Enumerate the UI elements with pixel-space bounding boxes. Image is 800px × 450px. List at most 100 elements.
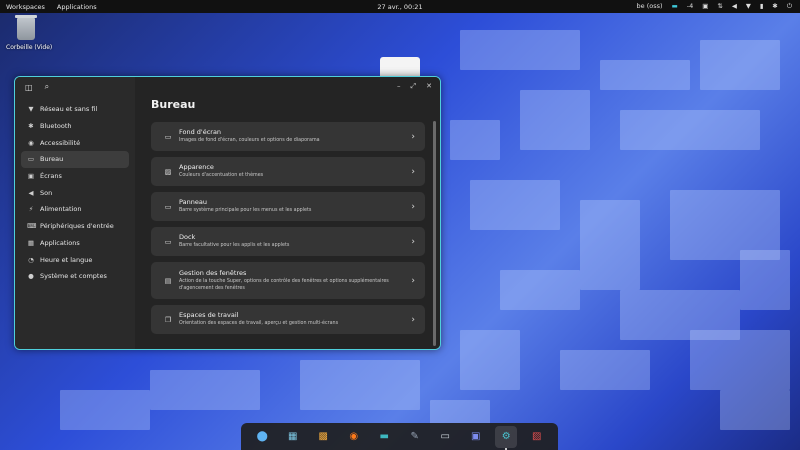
wallpaper-building <box>580 200 640 290</box>
chevron-right-icon: › <box>411 131 415 142</box>
launcher-icon[interactable]: ⬤ <box>251 426 273 448</box>
display-icon: ▣ <box>27 172 35 181</box>
desktop-icon: ▭ <box>27 155 35 164</box>
card-description: Orientation des espaces de travail, aper… <box>179 321 339 327</box>
wallpaper-building <box>460 330 520 390</box>
terminal-icon[interactable]: ▭ <box>434 426 456 448</box>
sidebar-item-input-devices[interactable]: ⌨ Périphériques d'entrée <box>21 218 129 235</box>
applications-button[interactable]: Applications <box>57 3 97 11</box>
maximize-button[interactable]: ⤢ <box>411 82 417 91</box>
sidebar-item-clock[interactable]: ◔ Heure et langue <box>21 251 129 268</box>
network-icon[interactable]: ⇅ <box>717 3 722 10</box>
trash-label: Corbeille (Vide) <box>6 44 53 51</box>
trash-desktop-icon[interactable]: Corbeille (Vide) <box>6 15 53 51</box>
card-title: Espaces de travail <box>179 311 239 320</box>
wifi-icon[interactable]: ▼ <box>746 3 751 10</box>
settings-card-workspaces[interactable]: ❐ Espaces de travail Orientation des espac… <box>151 305 425 334</box>
sidebar-list: ▼ Réseau et sans fil ✱ Bluetooth ◉ Accessibil… <box>15 97 135 289</box>
volume-icon[interactable]: ◀ <box>732 3 737 10</box>
wallpaper-building <box>720 390 790 430</box>
sidebar-item-wifi[interactable]: ▼ Réseau et sans fil <box>21 101 129 118</box>
keyboard-layout-indicator[interactable]: be (oss) <box>637 3 663 10</box>
sidebar-toggle-icon[interactable]: ◫ <box>25 83 33 92</box>
sidebar-item-desktop[interactable]: ▭ Bureau <box>21 151 129 168</box>
sidebar-item-label: Périphériques d'entrée <box>40 222 114 231</box>
tray-value[interactable]: -4 <box>687 3 693 10</box>
settings-card-wallpaper[interactable]: ▭ Fond d'écran Images de fond d'écran, cou… <box>151 122 425 151</box>
wallpaper-building <box>520 90 590 150</box>
bluetooth-icon[interactable]: ✱ <box>772 3 777 10</box>
settings-card-appearance[interactable]: ▨ Apparence Couleurs d'accentuation et thè… <box>151 157 425 186</box>
wallpaper-building <box>460 30 580 70</box>
sidebar-item-label: Applications <box>40 238 80 247</box>
wallpaper-building <box>450 120 500 160</box>
workspaces-button[interactable]: Workspaces <box>6 3 45 11</box>
app-library-icon[interactable]: ▩ <box>312 426 334 448</box>
wallpaper-building <box>740 250 790 310</box>
notifications-icon[interactable]: ▣ <box>702 3 708 10</box>
sidebar-item-sound[interactable]: ◀ Son <box>21 184 129 201</box>
window-management-icon: ▤ <box>164 276 172 285</box>
appearance-icon: ▨ <box>164 167 172 176</box>
panel-icon: ▭ <box>164 202 172 211</box>
settings-icon[interactable]: ⚙ <box>495 425 518 450</box>
wallpaper-building <box>690 330 790 390</box>
sidebar-item-label: Alimentation <box>40 205 82 214</box>
workspaces-app-icon[interactable]: ▦ <box>282 426 304 448</box>
trash-icon <box>15 15 37 40</box>
settings-card-panel[interactable]: ▭ Panneau Barre système principale pour le… <box>151 192 425 221</box>
sidebar-item-users[interactable]: ● Système et comptes <box>21 268 129 285</box>
sidebar-item-display[interactable]: ▣ Écrans <box>21 168 129 185</box>
window-controls: – ⤢ ✕ <box>397 82 432 91</box>
card-description: Images de fond d'écran, couleurs et opti… <box>179 138 320 144</box>
settings-cards: ▭ Fond d'écran Images de fond d'écran, cou… <box>151 122 425 340</box>
wifi-icon: ▼ <box>28 105 34 114</box>
card-text: Dock Barre facultative pour les applis et… <box>179 233 405 250</box>
sidebar-item-applications[interactable]: ▦ Applications <box>21 235 129 252</box>
sidebar-item-label: Réseau et sans fil <box>40 105 98 114</box>
settings-card-window-management[interactable]: ▤ Gestion des fenêtres Action de la touche… <box>151 262 425 299</box>
firefox-icon[interactable]: ◉ <box>343 426 365 448</box>
dock: ⬤ ▦ ▩ ◉ ▬ ✎ ▭ ▣ ⚙ ▨ <box>241 423 558 450</box>
card-title: Apparence <box>179 163 214 172</box>
screenshot-icon[interactable]: ▨ <box>526 426 548 448</box>
top-bar: Workspaces Applications 27 avr., 00:21 b… <box>0 0 800 13</box>
settings-sidebar: ◫ ⌕ ▼ Réseau et sans fil ✱ Bluetooth ◉ Access… <box>15 77 135 349</box>
settings-main: – ⤢ ✕ Bureau ▭ Fond d'écran Images de fond… <box>135 77 440 349</box>
sidebar-item-power[interactable]: ⚡ Alimentation <box>21 201 129 218</box>
users-icon: ● <box>28 272 34 281</box>
minimize-button[interactable]: – <box>397 82 401 91</box>
sidebar-item-accessibility[interactable]: ◉ Accessibilité <box>21 134 129 151</box>
card-title: Panneau <box>179 198 207 207</box>
search-icon[interactable]: ⌕ <box>45 82 49 92</box>
chevron-right-icon: › <box>411 201 415 212</box>
screen-record-icon[interactable]: ▬ <box>672 3 678 10</box>
chevron-right-icon: › <box>411 314 415 325</box>
card-text: Espaces de travail Orientation des espace… <box>179 311 405 328</box>
applications-icon: ▦ <box>27 238 35 247</box>
settings-card-dock[interactable]: ▭ Dock Barre facultative pour les applis e… <box>151 227 425 256</box>
dock-icon: ▭ <box>164 237 172 246</box>
card-description: Barre facultative pour les applis et les… <box>179 243 290 249</box>
wallpaper-building <box>600 60 690 90</box>
text-editor-icon[interactable]: ✎ <box>404 426 426 448</box>
wallpaper-building <box>300 360 420 410</box>
scrollbar[interactable] <box>433 121 436 346</box>
card-text: Fond d'écran Images de fond d'écran, coul… <box>179 128 405 145</box>
card-title: Gestion des fenêtres <box>179 268 247 277</box>
store-icon[interactable]: ▣ <box>465 426 487 448</box>
wallpaper-building <box>470 180 560 230</box>
files-icon[interactable]: ▬ <box>373 426 395 448</box>
close-button[interactable]: ✕ <box>426 82 432 91</box>
power-icon[interactable]: ⏻ <box>787 3 792 10</box>
chevron-right-icon: › <box>411 275 415 286</box>
wallpaper-building <box>60 390 150 430</box>
bluetooth-icon: ✱ <box>28 122 34 131</box>
wallpaper-building <box>620 110 760 150</box>
sidebar-item-bluetooth[interactable]: ✱ Bluetooth <box>21 118 129 135</box>
card-text: Apparence Couleurs d'accentuation et thèm… <box>179 163 405 180</box>
power-icon: ⚡ <box>28 205 34 214</box>
sidebar-item-label: Heure et langue <box>40 255 93 264</box>
battery-icon[interactable]: ▮ <box>760 3 764 10</box>
card-title: Fond d'écran <box>179 128 222 137</box>
